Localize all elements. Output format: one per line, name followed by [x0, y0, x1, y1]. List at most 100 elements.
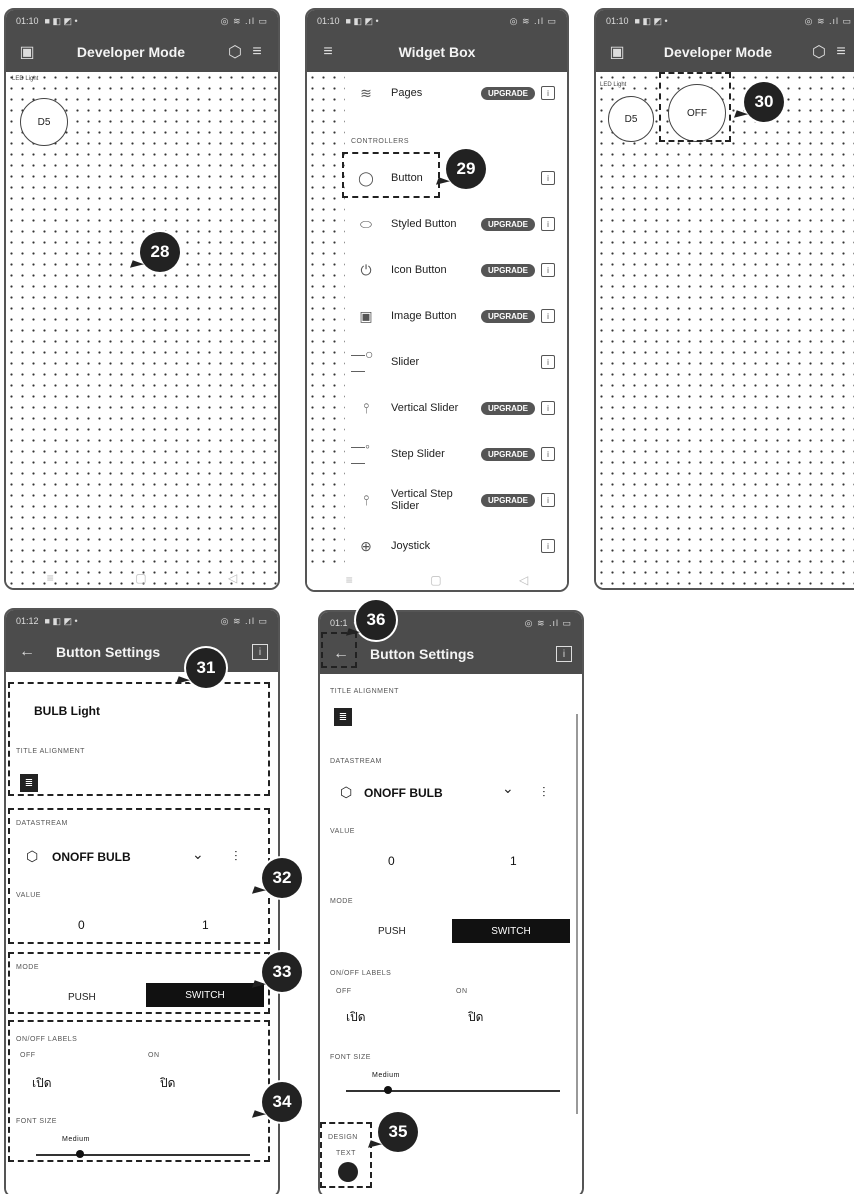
list-item[interactable]: ▣ Image Button UPGRADE i — [345, 294, 567, 338]
status-icons: ■ ◧ ◩ • — [44, 15, 78, 26]
highlight-new-button — [659, 72, 731, 142]
callout-badge: 30 — [744, 82, 784, 122]
list-item[interactable]: —○— Slider i — [345, 340, 567, 384]
status-bar: 01:10 ■ ◧ ◩ • ◎ ≋ .ıl ▭ — [596, 10, 854, 32]
slider-icon: —○— — [351, 346, 374, 378]
highlight-design-section — [320, 1122, 372, 1188]
widget-box-icon[interactable]: ⬡ — [224, 41, 246, 63]
font-size-label: FONT SIZE — [330, 1054, 371, 1061]
align-left-icon[interactable]: ≣ — [334, 708, 352, 726]
page-title: Developer Mode — [76, 44, 186, 60]
info-icon[interactable]: i — [541, 447, 555, 461]
upgrade-badge[interactable]: UPGRADE — [480, 309, 535, 323]
callout-badge-36: 36 — [356, 600, 396, 640]
info-icon[interactable]: i — [541, 355, 555, 369]
list-item-label: Step Slider — [391, 448, 445, 460]
list-item-label: Vertical Step Slider — [391, 488, 453, 512]
d5-button-label: D5 — [37, 116, 51, 128]
scrollbar[interactable] — [576, 714, 578, 1114]
highlight-button-widget — [342, 152, 440, 198]
value-max-input[interactable]: 1 — [510, 854, 517, 868]
back-icon[interactable]: ◁ — [228, 571, 237, 585]
list-item-label: Vertical Slider — [391, 402, 459, 414]
info-icon[interactable]: i — [541, 539, 555, 553]
menu-icon[interactable]: ≡ — [317, 41, 339, 63]
back-icon[interactable]: ◁ — [519, 573, 528, 587]
off-label-input[interactable]: เปิด — [346, 1008, 366, 1027]
font-size-slider[interactable] — [346, 1090, 560, 1092]
status-icons: ■ ◧ ◩ • — [44, 615, 78, 626]
screen-button-settings-2: 01:1 • ◎ ≋ .ıl ▭ ← Button Settings i TIT… — [318, 610, 584, 1194]
status-time: 01:10 — [317, 16, 340, 26]
info-icon[interactable]: i — [541, 401, 555, 415]
power-icon: ⏻ — [360, 261, 372, 278]
list-item-label: Image Button — [391, 310, 457, 322]
info-icon[interactable]: i — [541, 493, 555, 507]
menu-icon[interactable]: ≡ — [830, 41, 852, 63]
on-label-input[interactable]: ปิด — [468, 1008, 483, 1027]
list-item[interactable]: ⏻ Icon Button UPGRADE i — [345, 248, 567, 292]
upgrade-badge[interactable]: UPGRADE — [480, 401, 535, 415]
font-size-slider-handle[interactable] — [384, 1086, 392, 1094]
joystick-icon: ⊕ — [360, 537, 372, 554]
list-item[interactable]: ⬭ Styled Button UPGRADE i — [345, 202, 567, 246]
list-item-pages[interactable]: ≋ Pages UPGRADE i — [345, 76, 567, 110]
list-item[interactable]: ⊕ Joystick i — [345, 524, 567, 568]
list-item[interactable]: —◦— Step Slider UPGRADE i — [345, 432, 567, 476]
d5-button-widget[interactable]: D5 — [20, 98, 68, 146]
list-item-label: Pages — [391, 87, 423, 99]
mode-label: MODE — [330, 898, 353, 905]
list-item[interactable]: ⫯ Vertical Slider UPGRADE i — [345, 386, 567, 430]
list-item-label: Joystick — [391, 540, 431, 552]
recents-icon[interactable]: ≡ — [47, 571, 54, 585]
canvas-grid[interactable] — [596, 72, 854, 588]
back-arrow-icon[interactable]: ← — [16, 641, 38, 663]
mode-switch-option[interactable]: SWITCH — [452, 919, 570, 943]
d5-button-widget[interactable]: D5 — [608, 96, 654, 142]
info-icon[interactable]: i — [252, 644, 268, 660]
datastream-select[interactable]: ONOFF BULB — [364, 786, 443, 800]
d5-button-label: D5 — [624, 113, 638, 125]
on-caption: ON — [456, 988, 468, 995]
recents-icon[interactable]: ≡ — [346, 573, 353, 587]
vertical-slider-icon: ⫯ — [362, 399, 370, 416]
info-icon[interactable]: i — [541, 263, 555, 277]
info-icon[interactable]: i — [541, 309, 555, 323]
info-icon[interactable]: i — [541, 171, 555, 185]
image-icon: ▣ — [359, 307, 373, 324]
value-min-input[interactable]: 0 — [388, 854, 395, 868]
list-item-label: Slider — [391, 356, 420, 368]
status-icons: ■ ◧ ◩ • — [345, 15, 379, 26]
info-icon[interactable]: i — [541, 217, 555, 231]
upgrade-badge[interactable]: UPGRADE — [480, 263, 535, 277]
app-bar: ← Button Settings i — [320, 634, 582, 674]
chevron-down-icon[interactable]: ⌄ — [502, 780, 514, 797]
list-item-label: Styled Button — [391, 218, 457, 230]
callout-badge-33: 33 — [262, 952, 302, 992]
home-icon[interactable]: ▢ — [135, 571, 146, 585]
styled-button-icon: ⬭ — [360, 215, 372, 232]
status-time: 01:12 — [16, 616, 39, 626]
exit-icon[interactable]: ▣ — [606, 41, 628, 63]
list-item[interactable]: ⫯ Vertical Step Slider UPGRADE i — [345, 478, 567, 522]
upgrade-badge[interactable]: UPGRADE — [480, 217, 535, 231]
info-icon[interactable]: i — [556, 646, 572, 662]
page-title: Developer Mode — [663, 44, 773, 60]
widget-box-icon[interactable]: ⬡ — [808, 41, 830, 63]
mode-switch-label: SWITCH — [491, 925, 531, 937]
mode-push-option[interactable]: PUSH — [378, 926, 406, 937]
status-time: 01:1 — [330, 618, 348, 628]
app-bar: ▣ Developer Mode ⬡ ≡ — [596, 32, 854, 72]
sliders-icon[interactable]: ⫶ — [542, 784, 546, 801]
info-icon[interactable]: i — [541, 86, 555, 100]
home-icon[interactable]: ▢ — [430, 573, 441, 587]
upgrade-badge[interactable]: UPGRADE — [480, 86, 535, 100]
exit-icon[interactable]: ▣ — [16, 41, 38, 63]
canvas-grid[interactable] — [6, 72, 278, 588]
menu-icon[interactable]: ≡ — [246, 41, 268, 63]
upgrade-badge[interactable]: UPGRADE — [480, 493, 535, 507]
widget-title: LED Light — [600, 82, 627, 88]
section-header-controllers: CONTROLLERS — [351, 138, 410, 145]
status-right-icons: ◎ ≋ .ıl ▭ — [220, 615, 268, 626]
upgrade-badge[interactable]: UPGRADE — [480, 447, 535, 461]
